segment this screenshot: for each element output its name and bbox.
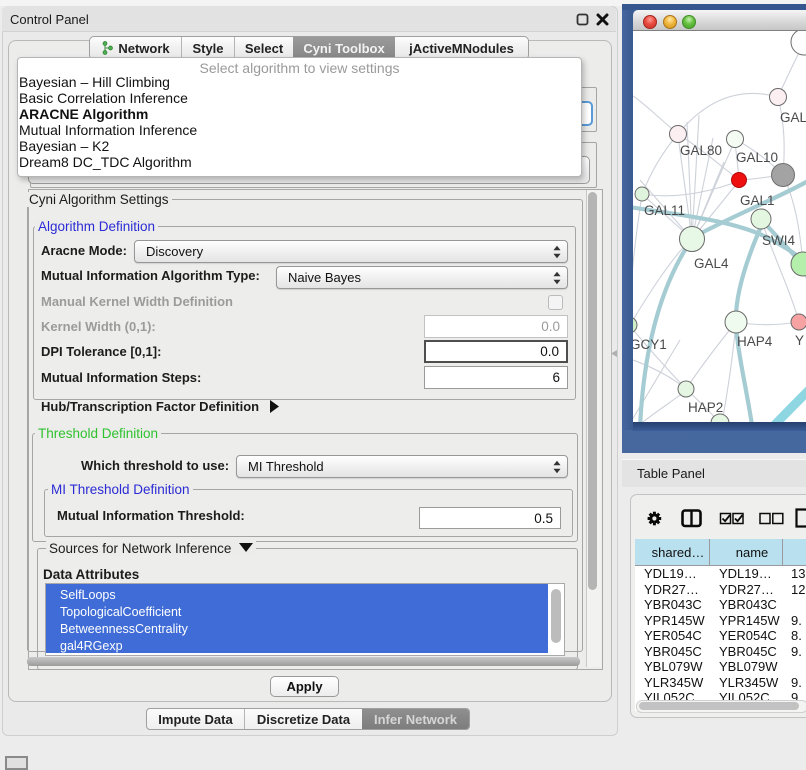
svg-text:GAL2: GAL2	[780, 110, 806, 125]
svg-text:GAL11: GAL11	[644, 203, 685, 218]
svg-text:GAL80: GAL80	[680, 143, 722, 158]
svg-text:SWI4: SWI4	[762, 233, 795, 248]
svg-text:GCY1: GCY1	[633, 337, 667, 352]
svg-text:GAL10: GAL10	[736, 150, 778, 165]
svg-text:GAL1: GAL1	[740, 193, 775, 208]
svg-text:HAP2: HAP2	[688, 400, 723, 415]
svg-text:GAL4: GAL4	[694, 256, 729, 271]
svg-text:Y: Y	[795, 333, 804, 348]
svg-text:HAP4: HAP4	[737, 334, 773, 349]
